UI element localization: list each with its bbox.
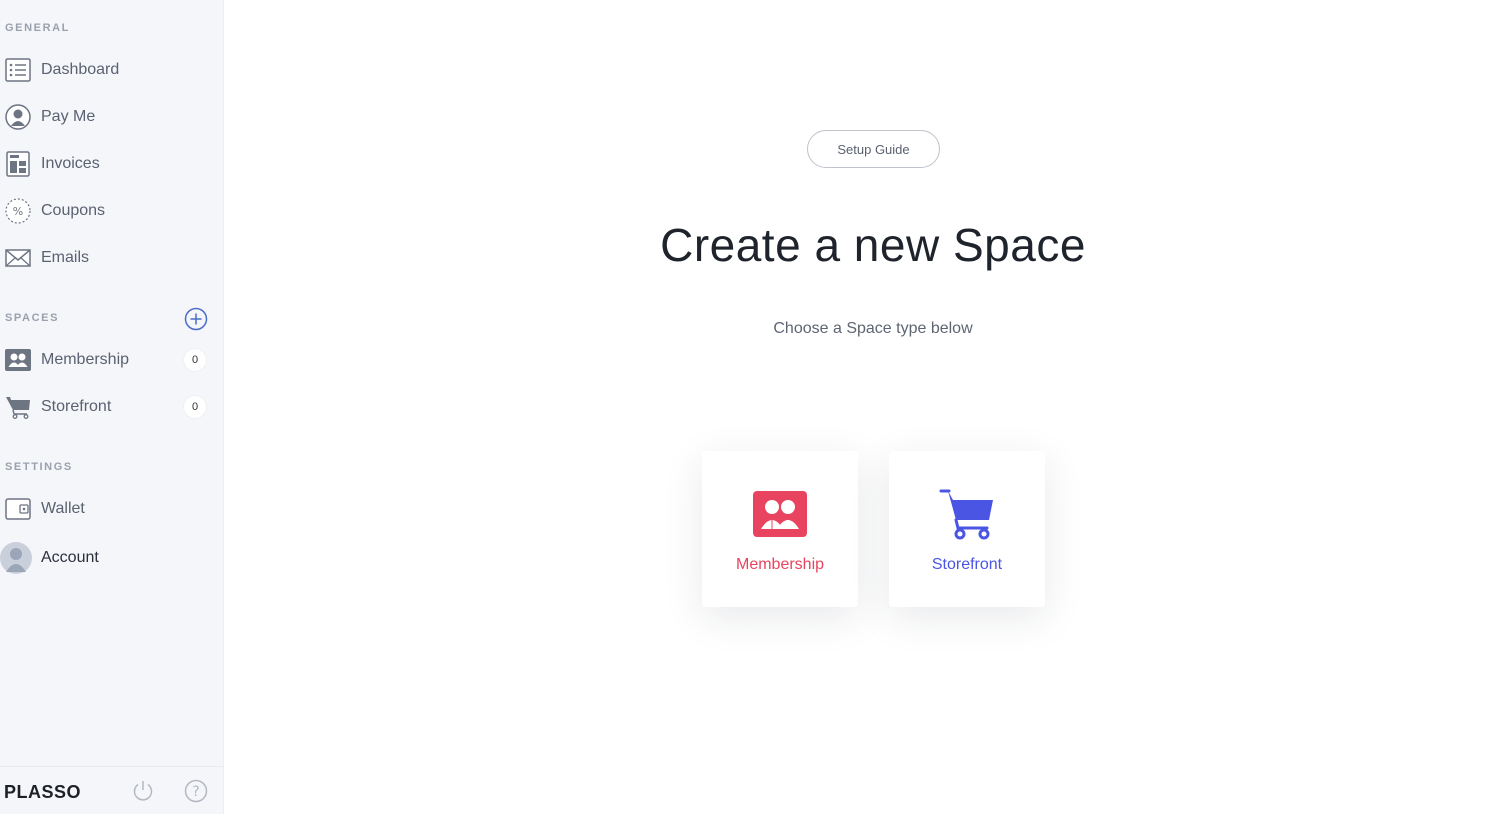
sidebar-item-storefront[interactable]: Storefront 0 — [0, 389, 222, 425]
cart-icon — [939, 489, 995, 540]
membership-icon — [4, 346, 32, 374]
sidebar: GENERAL Dashboard Pay Me Invoices % Coup… — [0, 0, 224, 814]
power-icon[interactable] — [131, 779, 155, 803]
sidebar-item-dashboard[interactable]: Dashboard — [0, 52, 222, 88]
section-label-spaces: SPACES — [5, 312, 60, 324]
add-space-icon[interactable] — [184, 307, 208, 331]
cart-icon — [4, 393, 32, 421]
sidebar-item-label: Dashboard — [41, 61, 120, 78]
card-label: Storefront — [931, 556, 1003, 573]
sidebar-item-label: Membership — [41, 351, 130, 368]
storefront-space-card[interactable]: Storefront — [889, 451, 1045, 607]
membership-space-card[interactable]: Membership — [702, 451, 858, 607]
sidebar-item-membership[interactable]: Membership 0 — [0, 342, 222, 378]
sidebar-item-label: Storefront — [41, 398, 112, 415]
envelope-icon — [4, 244, 32, 272]
page-title: Create a new Space — [660, 219, 1086, 271]
sidebar-item-label: Invoices — [41, 155, 100, 172]
sidebar-item-label: Wallet — [41, 500, 85, 517]
sidebar-item-emails[interactable]: Emails — [0, 240, 222, 276]
sidebar-item-coupons[interactable]: % Coupons — [0, 193, 222, 229]
setup-guide-button[interactable]: Setup Guide — [807, 130, 940, 168]
user-icon — [4, 103, 32, 131]
page-subtitle: Choose a Space type below — [773, 320, 973, 337]
count-badge: 0 — [184, 396, 206, 418]
percent-icon: % — [4, 197, 32, 225]
membership-icon — [752, 489, 808, 539]
sidebar-item-label: Pay Me — [41, 108, 96, 125]
sidebar-item-label: Coupons — [41, 202, 106, 219]
sidebar-item-label: Emails — [41, 249, 90, 266]
svg-text:?: ? — [192, 784, 199, 800]
main-content: Setup Guide Create a new Space Choose a … — [224, 0, 1512, 814]
count-badge: 0 — [184, 349, 206, 371]
wallet-icon — [4, 495, 32, 523]
sidebar-item-pay-me[interactable]: Pay Me — [0, 99, 222, 135]
help-icon[interactable]: ? — [184, 779, 208, 803]
sidebar-item-wallet[interactable]: Wallet — [0, 491, 222, 527]
plasso-logo: PLASSO — [4, 782, 82, 802]
sidebar-item-invoices[interactable]: Invoices — [0, 146, 222, 182]
svg-text:%: % — [13, 205, 23, 218]
section-label-settings: SETTINGS — [5, 461, 73, 473]
sidebar-item-label: Account — [41, 549, 99, 566]
invoice-icon — [4, 150, 32, 178]
sidebar-item-account[interactable]: Account — [0, 540, 222, 576]
card-label: Membership — [735, 556, 825, 573]
list-icon — [4, 56, 32, 84]
sidebar-footer: PLASSO ? — [0, 766, 223, 814]
section-label-general: GENERAL — [5, 22, 70, 34]
avatar-icon — [0, 542, 32, 574]
